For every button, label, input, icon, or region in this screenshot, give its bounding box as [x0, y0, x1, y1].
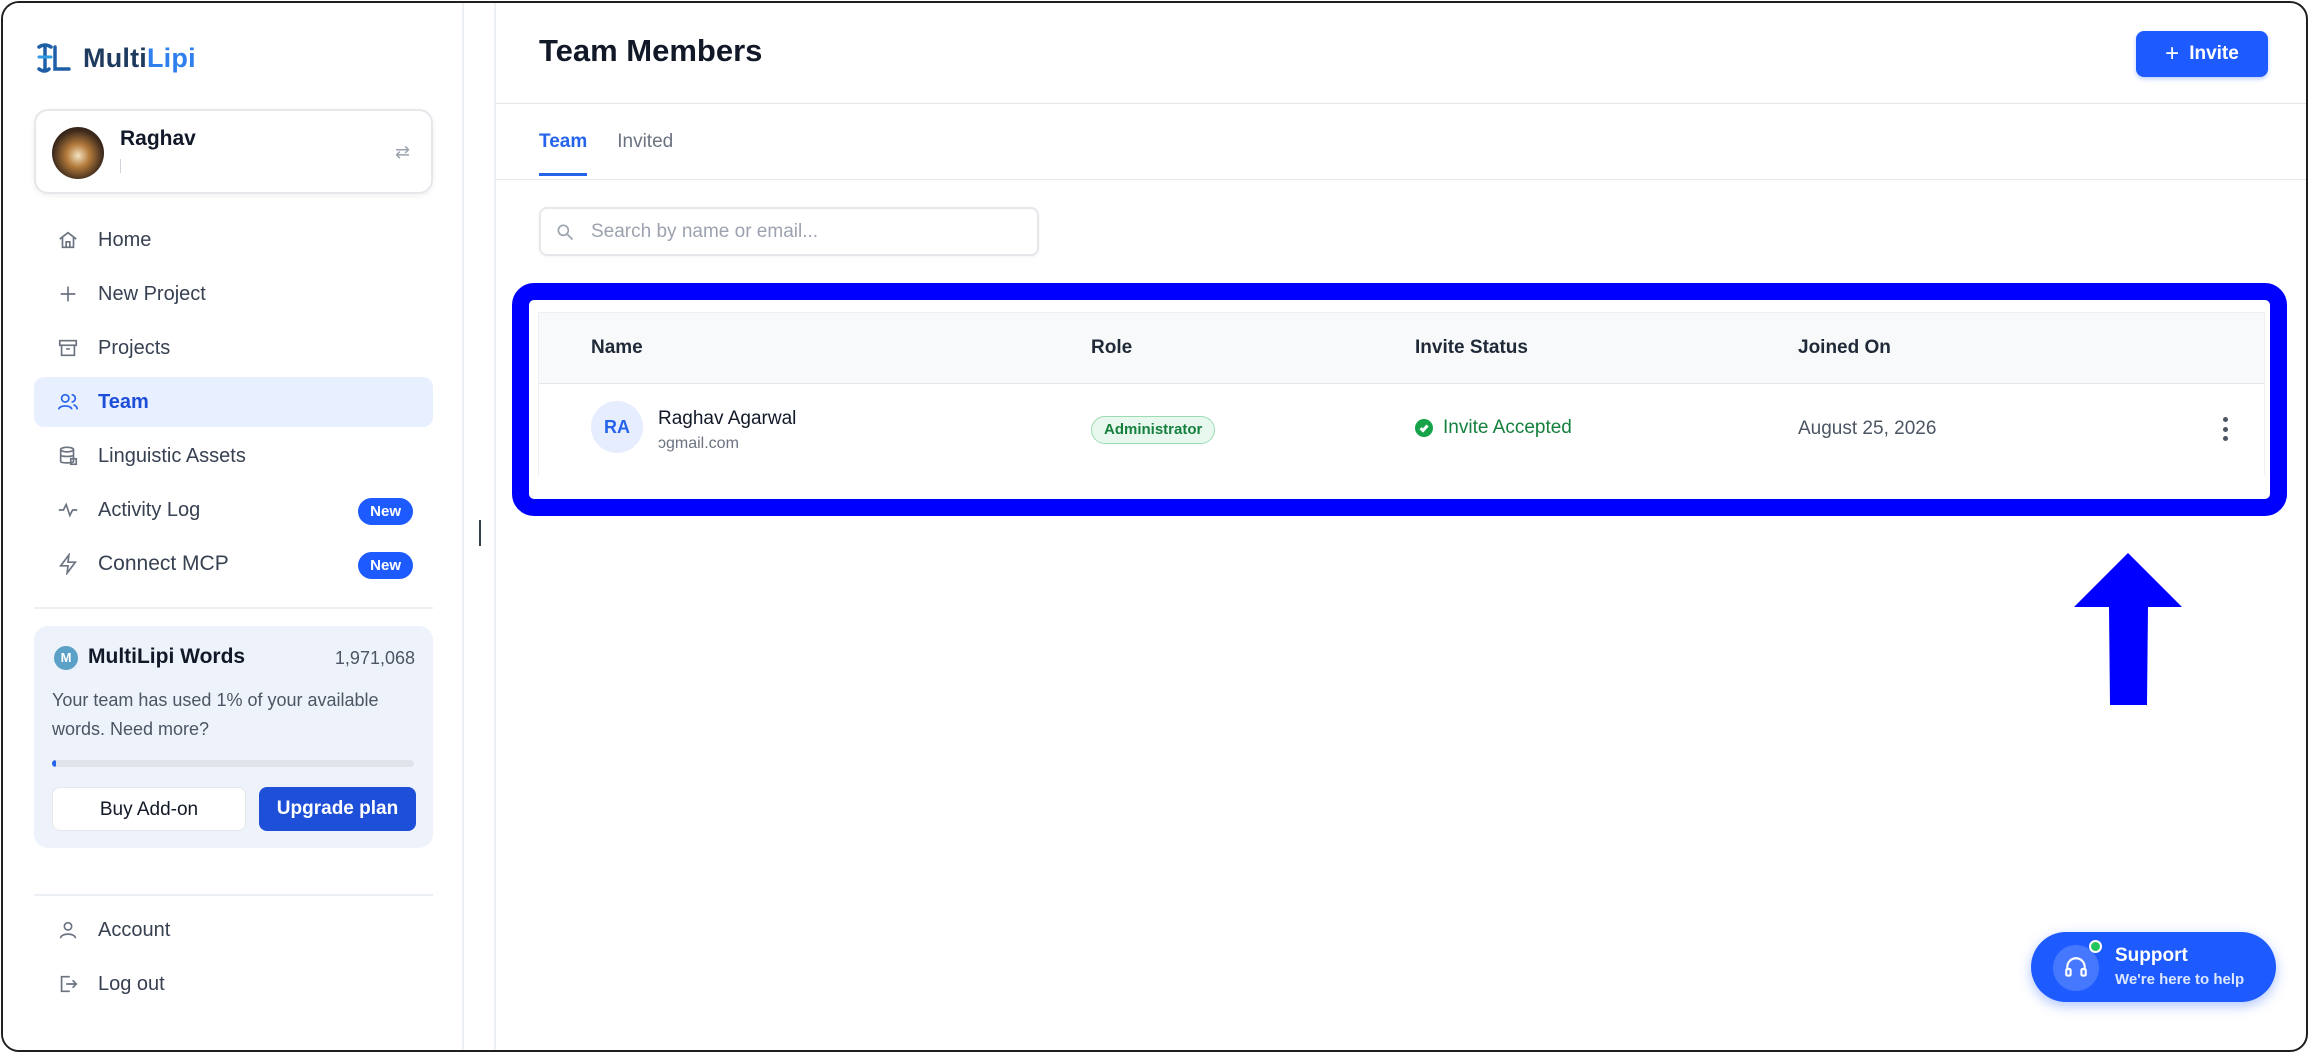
sidebar-item-logout[interactable]: Log out	[34, 959, 433, 1009]
sidebar-item-label: Projects	[98, 336, 171, 359]
support-title: Support	[2115, 945, 2188, 966]
sidebar-item-account[interactable]: Account	[34, 905, 433, 955]
sidebar-resize-handle[interactable]	[479, 520, 481, 546]
plus-icon: +	[2165, 40, 2180, 67]
logo-text: MultiLipi	[83, 42, 196, 73]
tabs: Team Invited	[539, 131, 673, 176]
switch-icon[interactable]: ⇄	[395, 143, 413, 161]
invite-button[interactable]: + Invite	[2136, 31, 2268, 77]
tab-invited[interactable]: Invited	[617, 131, 673, 176]
divider	[34, 894, 433, 896]
home-icon	[56, 228, 80, 252]
tab-team[interactable]: Team	[539, 131, 588, 176]
user-icon	[56, 918, 80, 942]
plus-icon	[56, 282, 80, 306]
main-content: Team Members + Invite Team Invited Name …	[494, 3, 2306, 1050]
sidebar-item-label: Activity Log	[98, 498, 201, 521]
divider	[496, 179, 2306, 180]
workspace-switcher[interactable]: Raghav ⇄	[34, 109, 433, 194]
divider	[496, 103, 2306, 104]
sidebar-item-label: Log out	[98, 972, 165, 995]
annotation-highlight-box	[512, 283, 2287, 516]
sidebar-item-label: Linguistic Assets	[98, 444, 246, 467]
profile-subtitle	[120, 159, 320, 173]
app-window: MultiLipi Raghav ⇄ Home New Project Proj…	[1, 1, 2308, 1052]
sidebar: MultiLipi Raghav ⇄ Home New Project Proj…	[3, 3, 464, 1050]
sidebar-item-connect-mcp[interactable]: Connect MCP New	[34, 539, 433, 589]
new-badge: New	[358, 552, 413, 579]
buy-addon-button[interactable]: Buy Add-on	[52, 787, 246, 831]
sidebar-item-label: Team	[98, 390, 149, 413]
divider	[34, 607, 433, 609]
words-title: MultiLipi Words	[88, 645, 246, 668]
online-status-dot	[2089, 940, 2102, 953]
words-progress-bar	[52, 760, 414, 767]
archive-icon	[56, 336, 80, 360]
database-icon	[56, 444, 80, 468]
support-subtitle: We're here to help	[2115, 971, 2245, 988]
activity-icon	[56, 498, 80, 522]
sidebar-item-label: Account	[98, 918, 171, 941]
users-icon	[56, 390, 80, 414]
search-box[interactable]	[539, 207, 1039, 256]
search-input[interactable]	[591, 220, 1011, 243]
invite-button-label: Invite	[2189, 43, 2239, 64]
words-description: Your team has used 1% of your available …	[52, 690, 379, 739]
multilipi-icon: M	[54, 646, 78, 670]
sidebar-item-projects[interactable]: Projects	[34, 323, 433, 373]
words-progress-fill	[52, 760, 56, 767]
logo[interactable]: MultiLipi	[35, 39, 196, 77]
sidebar-item-label: Home	[98, 228, 152, 251]
upgrade-plan-button[interactable]: Upgrade plan	[259, 787, 416, 831]
annotation-arrow-up-icon	[2074, 553, 2182, 705]
words-count: 1,971,068	[334, 648, 415, 668]
logo-mark-icon	[37, 43, 71, 73]
sidebar-item-home[interactable]: Home	[34, 215, 433, 265]
sidebar-nav: Home New Project Projects Team Linguisti…	[34, 215, 433, 593]
bolt-icon	[56, 552, 80, 576]
sidebar-item-new-project[interactable]: New Project	[34, 269, 433, 319]
avatar	[52, 127, 104, 179]
sidebar-item-label: New Project	[98, 282, 206, 305]
page-title: Team Members	[539, 33, 763, 68]
support-button[interactable]: Support We're here to help	[2031, 932, 2276, 1002]
sidebar-bottom-nav: Account Log out	[34, 905, 433, 1013]
words-usage-card: M MultiLipi Words 1,971,068 Your team ha…	[34, 626, 433, 848]
search-icon	[557, 224, 574, 240]
profile-name: Raghav	[120, 127, 196, 150]
sidebar-item-label: Connect MCP	[98, 552, 229, 575]
logout-icon	[56, 972, 80, 996]
new-badge: New	[358, 498, 413, 525]
sidebar-item-linguistic-assets[interactable]: Linguistic Assets	[34, 431, 433, 481]
sidebar-item-team[interactable]: Team	[34, 377, 433, 427]
sidebar-item-activity-log[interactable]: Activity Log New	[34, 485, 433, 535]
